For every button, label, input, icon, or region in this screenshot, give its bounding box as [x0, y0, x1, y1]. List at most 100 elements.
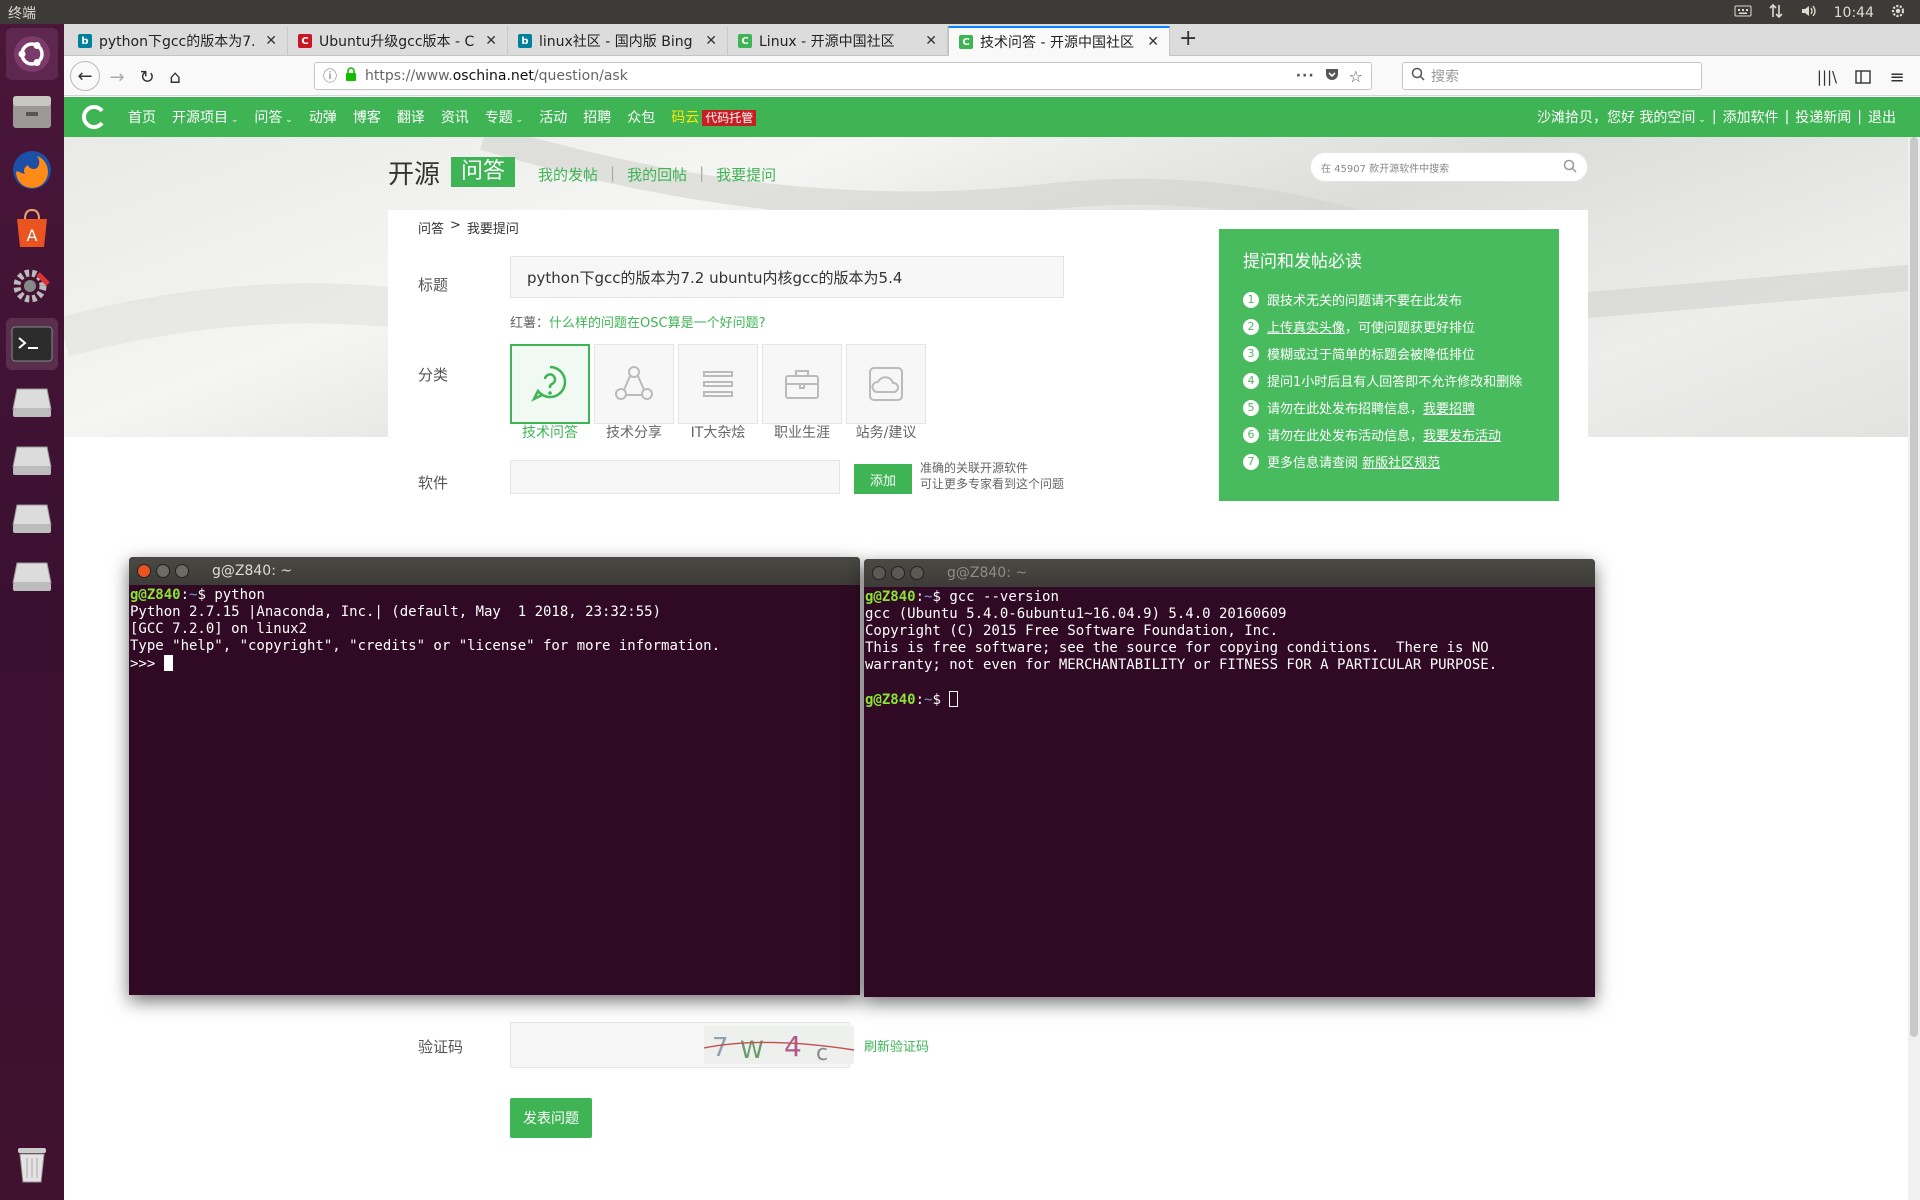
- scrollbar-thumb[interactable]: [1910, 137, 1918, 1037]
- browser-tab-active[interactable]: C 技术问答 - 开源中国社区 ✕: [948, 26, 1170, 56]
- good-question-link[interactable]: 什么样的问题在OSC算是一个好问题?: [549, 316, 765, 331]
- breadcrumb-separator: >: [450, 218, 461, 233]
- close-icon[interactable]: [872, 566, 886, 580]
- close-tab-icon[interactable]: ✕: [925, 33, 937, 49]
- library-icon[interactable]: |||\: [1814, 64, 1840, 90]
- nav-qa[interactable]: 问答 ⌄: [254, 107, 292, 127]
- nav-events[interactable]: 活动: [539, 107, 567, 127]
- user-menu[interactable]: 沙滩拾贝，您好 我的空间 ⌄: [1537, 107, 1706, 127]
- bookmark-star-icon[interactable]: ☆: [1349, 67, 1363, 86]
- clock[interactable]: 10:44: [1834, 5, 1874, 21]
- category-career[interactable]: [762, 344, 842, 424]
- terminal-window-gcc[interactable]: g@Z840: ~ g@Z840:~$ gcc --version gcc (U…: [864, 559, 1595, 997]
- category-site-feedback[interactable]: [846, 344, 926, 424]
- home-button[interactable]: ⌂: [162, 64, 188, 90]
- new-tab-button[interactable]: +: [1179, 26, 1197, 51]
- oschina-logo-icon[interactable]: [82, 105, 106, 133]
- gear-icon[interactable]: [1890, 3, 1906, 23]
- category-tech-share[interactable]: [594, 344, 674, 424]
- nav-home[interactable]: 首页: [128, 107, 156, 127]
- ubuntu-logo-icon[interactable]: [6, 28, 58, 80]
- terminal-titlebar[interactable]: g@Z840: ~: [129, 557, 860, 585]
- captcha-image[interactable]: 7 W 4 c: [703, 1026, 855, 1066]
- drive-icon[interactable]: [6, 376, 58, 428]
- my-posts-link[interactable]: 我的发帖: [538, 164, 598, 185]
- refresh-captcha-link[interactable]: 刷新验证码: [864, 1036, 929, 1055]
- minimize-icon[interactable]: [156, 564, 170, 578]
- bing-favicon-icon: b: [78, 34, 92, 48]
- add-software-link[interactable]: 添加软件: [1723, 107, 1779, 127]
- community-rules-link[interactable]: 新版社区规范: [1362, 456, 1440, 471]
- nav-news[interactable]: 资讯: [441, 107, 469, 127]
- post-job-link[interactable]: 我要招聘: [1423, 402, 1475, 417]
- files-icon[interactable]: [6, 86, 58, 138]
- back-button[interactable]: ←: [70, 61, 100, 91]
- pocket-icon[interactable]: [1325, 67, 1339, 85]
- software-center-icon[interactable]: A: [6, 202, 58, 254]
- drive-icon[interactable]: [6, 434, 58, 486]
- software-search-input[interactable]: 在 45907 款开源软件中搜索: [1310, 152, 1588, 182]
- menu-icon[interactable]: ≡: [1884, 64, 1910, 90]
- url-domain: oschina.net: [452, 68, 534, 84]
- ask-link[interactable]: 我要提问: [716, 164, 776, 185]
- keyboard-icon[interactable]: [1734, 4, 1752, 22]
- nav-tweets[interactable]: 动弹: [309, 107, 337, 127]
- drive-icon[interactable]: [6, 550, 58, 602]
- search-icon[interactable]: [1563, 159, 1577, 176]
- section-brand[interactable]: 开源: [388, 154, 440, 191]
- firefox-icon[interactable]: [6, 144, 58, 196]
- terminal-titlebar[interactable]: g@Z840: ~: [864, 559, 1595, 587]
- nav-translate[interactable]: 翻译: [397, 107, 425, 127]
- software-input[interactable]: [510, 460, 840, 494]
- category-tech-qa[interactable]: [510, 344, 590, 424]
- reload-button[interactable]: ↻: [134, 64, 160, 90]
- add-software-button[interactable]: 添加: [854, 464, 912, 494]
- forward-button[interactable]: →: [104, 64, 130, 90]
- submit-news-link[interactable]: 投递新闻: [1795, 107, 1851, 127]
- terminal-icon[interactable]: [6, 318, 58, 370]
- url-bar[interactable]: ⓘ https://www. oschina.net/question/ask ·…: [314, 62, 1372, 90]
- post-event-link[interactable]: 我要发布活动: [1423, 429, 1501, 444]
- logout-link[interactable]: 退出: [1868, 107, 1896, 127]
- browser-tab[interactable]: b python下gcc的版本为7.2 ✕: [68, 26, 288, 56]
- search-bar[interactable]: 搜索: [1402, 62, 1702, 90]
- nav-blog[interactable]: 博客: [353, 107, 381, 127]
- category-it-misc[interactable]: [678, 344, 758, 424]
- terminal-output[interactable]: g@Z840:~$ python Python 2.7.15 |Anaconda…: [129, 585, 860, 675]
- tab-label: Ubuntu升级gcc版本 - CSDN: [319, 34, 474, 50]
- browser-tab[interactable]: b linux社区 - 国内版 Bing ✕: [508, 26, 728, 56]
- nav-projects[interactable]: 开源项目 ⌄: [172, 107, 238, 127]
- terminal-output[interactable]: g@Z840:~$ gcc --version gcc (Ubuntu 5.4.…: [864, 587, 1595, 711]
- nav-gitee[interactable]: 码云 代码托管: [671, 107, 757, 127]
- minimize-icon[interactable]: [891, 566, 905, 580]
- breadcrumb-root[interactable]: 问答: [418, 218, 444, 237]
- submit-question-button[interactable]: 发表问题: [510, 1098, 592, 1138]
- page-actions-icon[interactable]: ···: [1296, 68, 1315, 84]
- close-tab-icon[interactable]: ✕: [705, 33, 717, 49]
- question-icon: [531, 365, 567, 402]
- network-icon[interactable]: [1768, 3, 1784, 23]
- trash-icon[interactable]: [6, 1138, 58, 1190]
- maximize-icon[interactable]: [175, 564, 189, 578]
- close-tab-icon[interactable]: ✕: [265, 33, 277, 49]
- browser-tab[interactable]: C Ubuntu升级gcc版本 - CSDN ✕: [288, 26, 508, 56]
- page-scrollbar[interactable]: [1908, 137, 1920, 1200]
- nav-crowdsource[interactable]: 众包: [627, 107, 655, 127]
- nav-jobs[interactable]: 招聘: [583, 107, 611, 127]
- upload-avatar-link[interactable]: 上传真实头像: [1267, 321, 1345, 336]
- terminal-window-python[interactable]: g@Z840: ~ g@Z840:~$ python Python 2.7.15…: [129, 557, 860, 995]
- close-tab-icon[interactable]: ✕: [1147, 34, 1159, 50]
- maximize-icon[interactable]: [910, 566, 924, 580]
- browser-tab[interactable]: C Linux - 开源中国社区 ✕: [728, 26, 948, 56]
- sidebar-icon[interactable]: [1850, 64, 1876, 90]
- info-icon[interactable]: ⓘ: [323, 66, 337, 86]
- drive-icon[interactable]: [6, 492, 58, 544]
- close-icon[interactable]: [137, 564, 151, 578]
- title-input[interactable]: python下gcc的版本为7.2 ubuntu内核gcc的版本为5.4: [510, 256, 1064, 298]
- guideline-item: 6 请勿在此处发布活动信息，我要发布活动: [1243, 421, 1535, 448]
- nav-topics[interactable]: 专题 ⌄: [485, 107, 523, 127]
- close-tab-icon[interactable]: ✕: [485, 33, 497, 49]
- volume-icon[interactable]: [1800, 3, 1818, 23]
- settings-icon[interactable]: [6, 260, 58, 312]
- my-replies-link[interactable]: 我的回帖: [627, 164, 687, 185]
